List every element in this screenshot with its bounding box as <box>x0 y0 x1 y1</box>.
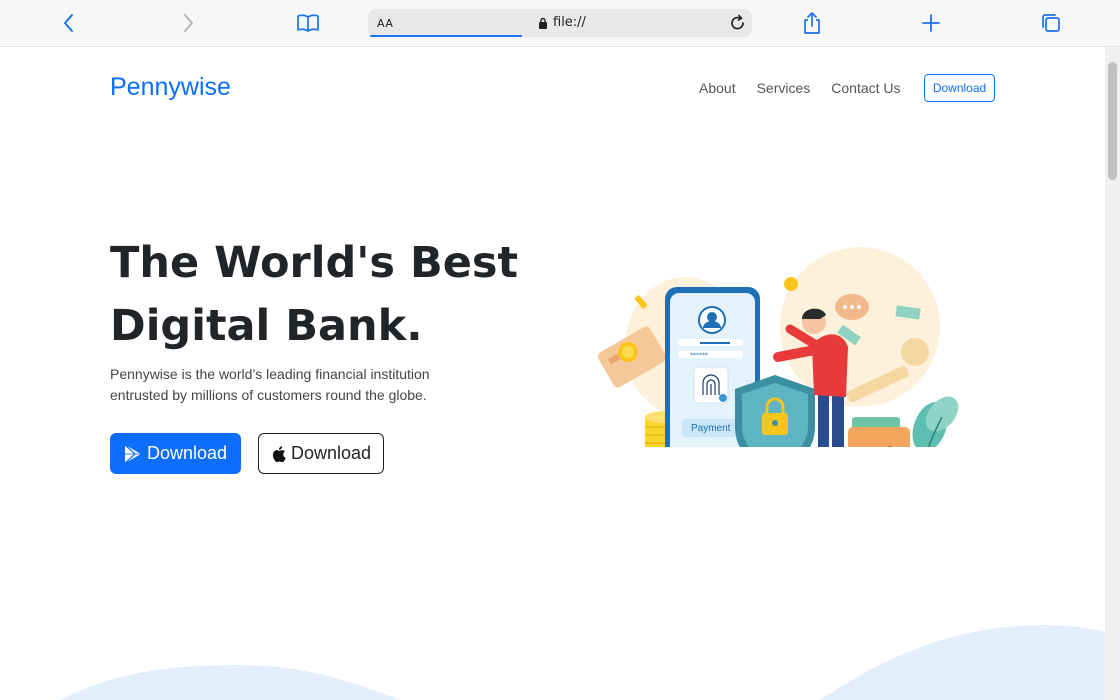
lock-icon <box>539 17 547 29</box>
new-tab-button[interactable] <box>917 9 945 37</box>
nav-download-button[interactable]: Download <box>924 74 995 102</box>
tabs-button[interactable] <box>1037 9 1065 37</box>
hero-title: The World's Best Digital Bank. <box>110 232 530 358</box>
hero-title-line-2: Digital Bank. <box>110 301 423 351</box>
plus-icon <box>922 14 940 32</box>
nav-link-services[interactable]: Services <box>757 80 811 96</box>
plant-icon <box>912 396 959 447</box>
app-store-button-label: Download <box>290 443 372 463</box>
browser-toolbar: AA file:// <box>0 0 1120 47</box>
reader-mode-button[interactable]: AA <box>377 17 393 30</box>
reload-button[interactable] <box>728 13 748 37</box>
app-store-download-button[interactable]: Download <box>258 433 384 474</box>
hero-description: Pennywise is the world’s leading financi… <box>110 366 430 403</box>
nav-link-about[interactable]: About <box>699 80 736 96</box>
google-play-button-label: Download <box>146 443 228 463</box>
url-text: file:// <box>553 15 586 30</box>
forward-button[interactable] <box>174 9 202 37</box>
nav-links: About Services Contact Us <box>699 80 901 96</box>
page-load-progress <box>370 35 522 37</box>
hero-title-line-1: The World's Best <box>110 238 519 288</box>
hero-illustration: ****** Payment <box>597 247 959 447</box>
apple-icon <box>272 445 286 462</box>
nav-link-contact[interactable]: Contact Us <box>831 80 900 96</box>
bookmarks-button[interactable] <box>294 9 322 37</box>
chat-bubble-icon <box>835 294 869 320</box>
reload-icon <box>731 14 744 30</box>
svg-text:******: ****** <box>690 352 708 359</box>
share-button[interactable] <box>798 9 826 37</box>
google-play-icon <box>124 444 141 463</box>
chevron-right-icon <box>184 14 193 32</box>
scrollbar-thumb[interactable] <box>1108 62 1117 180</box>
book-icon <box>297 14 319 32</box>
page-content: Pennywise About Services Contact Us Down… <box>0 47 1105 700</box>
address-bar[interactable]: AA file:// <box>368 9 752 37</box>
url-display[interactable]: file:// <box>538 15 586 30</box>
share-icon <box>804 12 820 34</box>
payment-label: Payment <box>691 423 731 434</box>
google-play-download-button[interactable]: Download <box>110 433 241 474</box>
back-button[interactable] <box>55 9 83 37</box>
brand-logo[interactable]: Pennywise <box>110 73 231 102</box>
wallet-icon <box>848 417 910 447</box>
tabs-icon <box>1042 14 1060 32</box>
background-wave <box>60 625 1105 700</box>
shield-lock-icon <box>735 375 815 447</box>
vertical-scrollbar[interactable] <box>1105 47 1120 700</box>
chevron-left-icon <box>64 14 73 32</box>
